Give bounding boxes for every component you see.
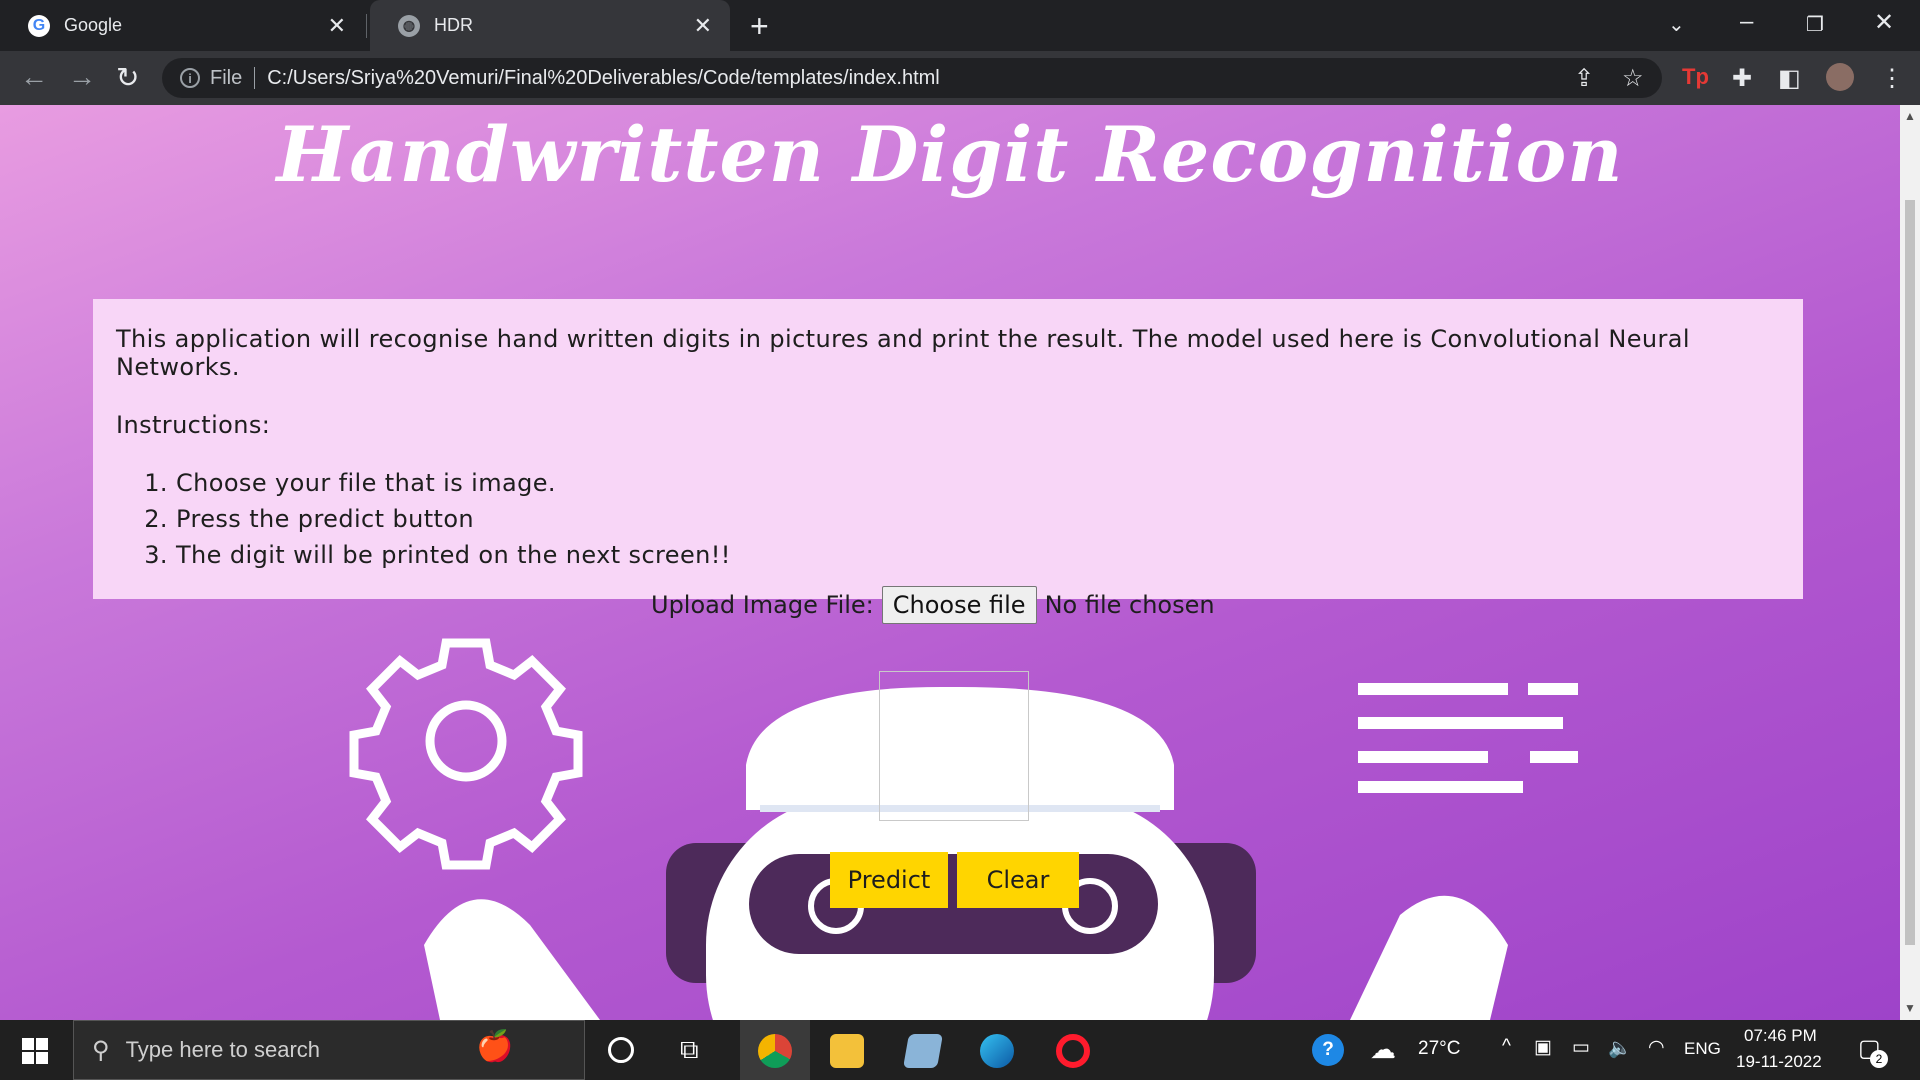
list-item: Press the predict button [176,505,1780,533]
search-placeholder: Type here to search [125,1037,321,1062]
tab-strip: G Google ✕ ◍ HDR ✕ + ⌄ – ❐ ✕ [0,0,1920,51]
list-item: Choose your file that is image. [176,469,1780,497]
close-tab-icon[interactable]: ✕ [328,13,346,39]
reload-icon[interactable]: ↻ [116,61,139,94]
search-icon: ⚲ [92,1036,110,1064]
profile-avatar[interactable] [1826,63,1854,91]
browser-toolbar: ← → ↻ i File C:/Users/Sriya%20Vemuri/Fin… [0,51,1920,105]
instructions-heading: Instructions: [116,411,271,439]
upload-label: Upload Image File: [651,591,874,619]
robot-arm-right [1350,895,1508,1020]
weather-temp[interactable]: 27°C [1418,1038,1460,1060]
notes-app-icon[interactable] [903,1034,943,1068]
info-panel: This application will recognise hand wri… [93,299,1803,599]
opera-icon[interactable] [1056,1034,1090,1068]
restore-button[interactable]: ❐ [1806,12,1824,37]
tab-google[interactable]: G Google ✕ [0,0,364,51]
weather-icon[interactable]: ☁ [1370,1034,1396,1065]
scroll-down-icon[interactable]: ▼ [1904,1001,1916,1015]
upload-row: Upload Image File: Choose file No file c… [651,586,1215,624]
extensions-puzzle-icon[interactable]: ✚ [1732,64,1752,93]
help-icon[interactable]: ? [1312,1034,1344,1066]
meet-icon[interactable]: ▣ [1534,1036,1552,1059]
page-viewport: Handwritten Digit Recognition This appli… [0,105,1900,1020]
clear-button[interactable]: Clear [957,852,1079,908]
file-status: No file chosen [1044,591,1215,619]
wifi-icon[interactable]: ◠ [1648,1036,1665,1059]
tab-title: HDR [434,15,473,35]
list-item: The digit will be printed on the next sc… [176,541,1780,569]
share-icon[interactable]: ⇪ [1574,64,1594,93]
info-icon[interactable]: i [180,68,200,88]
choose-file-button[interactable]: Choose file [881,586,1037,624]
bookmark-star-icon[interactable]: ☆ [1622,64,1644,93]
tab-search-icon[interactable]: ⌄ [1668,12,1685,37]
address-url: C:/Users/Sriya%20Vemuri/Final%20Delivera… [267,66,940,89]
chevron-up-icon[interactable]: ^ [1502,1036,1511,1058]
new-tab-button[interactable]: + [750,8,769,45]
forward-icon[interactable]: → [68,61,96,93]
scrollbar-thumb[interactable] [1905,200,1915,945]
image-preview [879,671,1029,821]
task-view-icon[interactable]: ⧉ [680,1034,714,1068]
edge-icon[interactable] [980,1034,1014,1068]
notification-badge: 2 [1870,1050,1888,1068]
menu-icon[interactable]: ⋮ [1880,64,1904,93]
clock-date[interactable]: 19-11-2022 [1736,1052,1822,1072]
minimize-button[interactable]: – [1740,8,1753,36]
language-indicator[interactable]: ENG [1684,1039,1721,1059]
close-window-button[interactable]: ✕ [1874,8,1894,37]
gear-icon [349,638,583,870]
side-panel-icon[interactable]: ◧ [1778,64,1801,93]
volume-icon[interactable]: 🔈 [1608,1036,1632,1060]
instructions-list: Choose your file that is image. Press th… [176,469,1780,569]
predict-button[interactable]: Predict [830,852,948,908]
page-title: Handwritten Digit Recognition [276,110,1624,199]
tab-hdr[interactable]: ◍ HDR ✕ [370,0,730,51]
taskbar-search[interactable]: ⚲ Type here to search 🍎 [73,1020,585,1080]
file-explorer-icon[interactable] [830,1034,864,1068]
cortana-icon[interactable] [608,1037,634,1063]
search-highlight-icon: 🍎 [476,1030,514,1063]
back-icon[interactable]: ← [20,61,48,93]
robot-arm-left [424,899,600,1020]
battery-icon[interactable]: ▭ [1572,1036,1590,1059]
text-lines-icon [1358,683,1578,793]
scrollbar[interactable]: ▲ ▼ [1900,105,1920,1020]
tab-title: Google [64,15,123,35]
tab-separator [366,14,367,38]
extension-tp-icon[interactable]: Tp [1682,64,1709,90]
address-scheme: File [210,66,243,89]
address-bar[interactable]: i File C:/Users/Sriya%20Vemuri/Final%20D… [162,58,1662,98]
windows-start-icon[interactable] [22,1038,48,1064]
chrome-taskbar-button[interactable] [740,1020,810,1080]
google-icon: G [28,14,50,37]
scroll-up-icon[interactable]: ▲ [1904,109,1916,123]
address-divider [254,67,256,89]
taskbar: ⚲ Type here to search 🍎 ⧉ ? ☁ 27°C ^ ▣ ▭… [0,1020,1920,1080]
globe-icon: ◍ [398,14,420,37]
chrome-icon [758,1034,792,1068]
close-tab-icon[interactable]: ✕ [694,13,712,39]
clock-time[interactable]: 07:46 PM [1744,1026,1817,1046]
description-text: This application will recognise hand wri… [116,325,1690,381]
